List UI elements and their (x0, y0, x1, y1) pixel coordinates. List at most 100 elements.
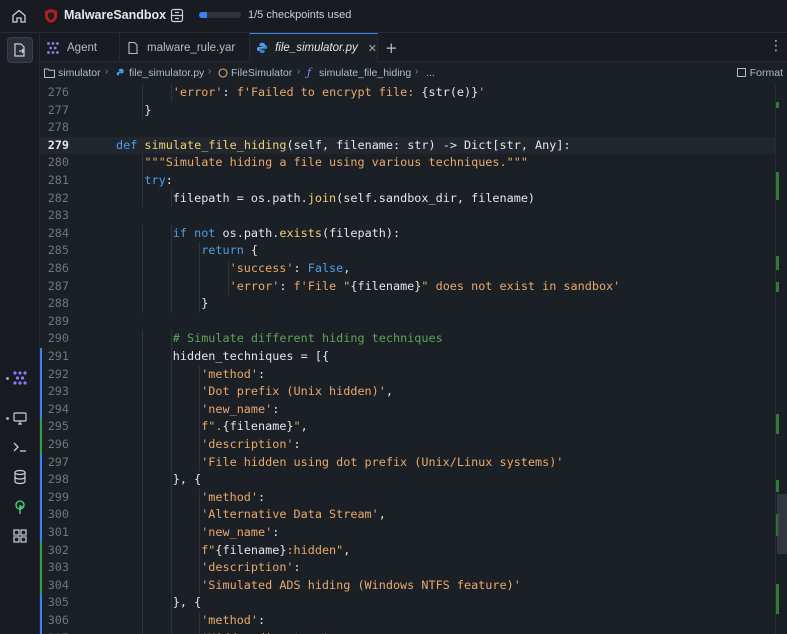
line-number: 298 (47, 472, 69, 487)
indent-guide (170, 594, 172, 612)
indent-guide (142, 383, 144, 401)
agent-activity-button[interactable] (7, 365, 33, 391)
line-number: 282 (47, 190, 69, 205)
code-line[interactable]: 302 f"{filename}:hidden", (40, 541, 775, 560)
indent-guide (142, 559, 144, 577)
code-line[interactable]: 307 'Hidden directory', (40, 629, 775, 634)
code-line[interactable]: 305}, { (40, 594, 775, 612)
close-tab-icon[interactable]: ✕ (368, 42, 377, 55)
scrollbar-thumb[interactable] (777, 494, 787, 554)
indent-guide (170, 541, 172, 560)
code-line[interactable]: 296 'description': (40, 436, 775, 454)
code-text: 'Hidden directory', (201, 631, 336, 634)
terminal-icon (13, 442, 26, 452)
indent-guide (199, 541, 201, 560)
breadcrumb-item[interactable]: simulator (58, 67, 101, 79)
indent-guide (170, 189, 172, 208)
format-button[interactable]: Format (736, 67, 783, 79)
tab-malware-rule[interactable]: malware_rule.yar (120, 33, 250, 62)
code-line[interactable]: 295 f".{filename}", (40, 418, 775, 436)
code-text: 'Dot prefix (Unix hidden)', (201, 384, 393, 399)
indent-guide (199, 277, 201, 296)
agent-icon (13, 371, 27, 385)
code-line[interactable]: 290 # Simulate different hiding technique… (40, 330, 775, 348)
tree-button[interactable] (7, 494, 33, 520)
code-line[interactable]: 278 (40, 119, 775, 137)
indent-guide (199, 365, 201, 384)
tab-agent[interactable]: Agent (40, 33, 120, 62)
code-line[interactable]: 304 'Simulated ADS hiding (Windows NTFS f… (40, 576, 775, 595)
grid-icon (13, 529, 27, 543)
line-number: 278 (47, 120, 69, 135)
code-line[interactable]: 283 (40, 207, 775, 225)
explorer-button[interactable] (7, 37, 33, 63)
indent-guide (227, 277, 229, 296)
indent-guide (199, 295, 201, 313)
minimap-change-marker (776, 102, 779, 108)
code-line[interactable]: 306 'method': (40, 612, 775, 630)
code-text: try: (144, 173, 173, 187)
code-line[interactable]: 280 """Simulate hiding a file using vario… (40, 154, 775, 172)
editor-scrollbar[interactable] (775, 84, 787, 634)
code-line[interactable]: 286 'success': False, (40, 260, 775, 278)
code-line[interactable]: 282 filepath = os.path.join(self.sandbox_… (40, 189, 775, 208)
code-editor[interactable]: 276 'error': f'Failed to encrypt file: {s… (40, 84, 775, 634)
tab-bar: Agent malware_rule.yar file_simulator.py… (40, 33, 787, 62)
code-line[interactable]: 299 'method': (40, 488, 775, 507)
extensions-button[interactable] (7, 523, 33, 549)
code-line[interactable]: 297 'File hidden using dot prefix (Unix/L… (40, 453, 775, 472)
indent-guide (170, 224, 172, 243)
line-number: 307 (40, 631, 69, 634)
breadcrumb-separator: › (208, 66, 212, 77)
format-label: Format (749, 67, 783, 79)
line-number: 289 (47, 313, 69, 328)
code-line[interactable]: 277} (40, 101, 775, 120)
code-line[interactable]: 279 def simulate_file_hiding(self, filena… (40, 136, 775, 155)
code-line[interactable]: 288} (40, 295, 775, 313)
progress-fill (199, 12, 208, 18)
code-line[interactable]: 301 'new_name': (40, 524, 775, 542)
database-button[interactable] (7, 464, 33, 490)
code-text: 'Alternative Data Stream', (201, 507, 386, 522)
agent-icon (47, 41, 59, 54)
code-line[interactable]: 287 'error': f'File "{filename}" does not… (40, 277, 775, 296)
code-text: 'method': (201, 366, 266, 381)
format-icon (736, 68, 746, 77)
line-number: 281 (47, 173, 69, 187)
code-line[interactable]: 293 'Dot prefix (Unix hidden)', (40, 383, 775, 401)
code-text: """Simulate hiding a file using various … (144, 155, 528, 170)
breadcrumb-item[interactable]: ... (426, 67, 435, 79)
tab-file-simulator[interactable]: file_simulator.py ✕ (250, 33, 378, 62)
checkpoint-icon[interactable] (170, 8, 184, 23)
code-line[interactable]: 281 try: (40, 172, 775, 190)
indent-guide (199, 576, 201, 595)
breadcrumb-item[interactable]: FileSimulator (231, 67, 292, 79)
indent-guide (199, 383, 201, 401)
code-line[interactable]: 294 'new_name': (40, 400, 775, 419)
code-line[interactable]: 276 'error': f'Failed to encrypt file: {s… (40, 84, 775, 102)
code-text: 'new_name': (201, 525, 280, 539)
home-icon[interactable] (11, 8, 27, 24)
more-options-icon[interactable]: ⋮ (769, 38, 783, 54)
code-line[interactable]: 292 'method': (40, 365, 775, 384)
breadcrumb-item[interactable]: simulate_file_hiding (319, 67, 411, 79)
code-line[interactable]: 298}, { (40, 471, 775, 489)
line-number: 304 (47, 577, 69, 592)
add-tab-icon[interactable]: + (385, 39, 398, 57)
code-line[interactable]: 285 return { (40, 242, 775, 260)
indent-guide (142, 541, 144, 560)
indent-guide (199, 400, 201, 419)
code-line[interactable]: 303 'description': (40, 559, 775, 577)
monitor-button[interactable] (7, 405, 33, 431)
terminal-button[interactable] (7, 434, 33, 460)
tab-label: file_simulator.py (275, 42, 358, 54)
breadcrumb-item[interactable]: file_simulator.py (129, 67, 204, 79)
indent-guide (142, 453, 144, 472)
code-line[interactable]: 300 'Alternative Data Stream', (40, 506, 775, 524)
code-line[interactable]: 284 if not os.path.exists(filepath): (40, 224, 775, 243)
code-line[interactable]: 291 hidden_techniques = [{ (40, 348, 775, 366)
indent-guide (170, 277, 172, 296)
gutter-change-marker (40, 471, 42, 507)
minimap-change-marker (776, 172, 779, 200)
code-line[interactable]: 289 (40, 313, 775, 331)
